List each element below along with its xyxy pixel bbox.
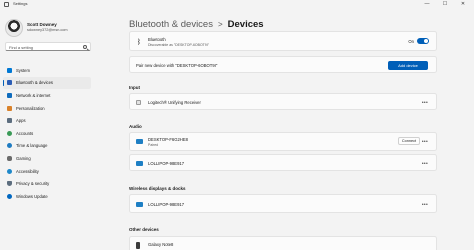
monitor-icon xyxy=(136,139,143,144)
shield-icon xyxy=(7,181,12,187)
sidebar-item-network[interactable]: Network & internet xyxy=(3,89,91,102)
page-title: Devices xyxy=(227,19,264,30)
more-options-button[interactable]: ••• xyxy=(422,202,428,208)
sidebar-item-label: Network & internet xyxy=(16,92,51,98)
device-name: LOLLIPOP-98E917 xyxy=(148,202,185,207)
controller-icon xyxy=(7,155,12,161)
device-row[interactable]: DESKTOP-F6G2HE8 Paired Connect ••• xyxy=(129,132,437,151)
sidebar-nav: System Bluetooth & devices Network & int… xyxy=(3,64,91,203)
section-title-input: Input xyxy=(129,85,140,90)
sidebar-item-label: Accessibility xyxy=(16,168,39,174)
globe-clock-icon xyxy=(7,143,12,149)
connect-button[interactable]: Connect xyxy=(398,137,420,145)
search-input[interactable] xyxy=(9,44,79,51)
phone-icon xyxy=(136,242,140,249)
pair-device-card: Pair new device with "DESKTOP-6OBOT9I" A… xyxy=(129,56,437,73)
main-content: Bluetooth & devices > Devices ᛒ Bluetooth … xyxy=(115,0,474,250)
accessibility-icon xyxy=(7,168,12,174)
sidebar-item-bluetooth-devices[interactable]: Bluetooth & devices xyxy=(3,76,91,90)
more-options-button[interactable]: ••• xyxy=(422,161,428,167)
device-name: DESKTOP-F6G2HE8 xyxy=(148,137,188,142)
monitor-icon xyxy=(136,202,143,207)
device-name: Logitech® Unifying Receiver xyxy=(148,100,201,105)
device-row[interactable]: LOLLIPOP-98E917 ••• xyxy=(129,154,437,171)
sidebar-item-label: Time & language xyxy=(16,143,48,149)
bluetooth-toggle[interactable] xyxy=(417,38,429,44)
brush-icon xyxy=(7,105,12,111)
sidebar-item-label: Apps xyxy=(16,118,26,124)
pair-device-text: Pair new device with "DESKTOP-6OBOT9I" xyxy=(136,62,218,68)
profile-email: sdowney372@msn.com xyxy=(27,28,68,32)
bluetooth-title: Bluetooth xyxy=(148,37,166,42)
bluetooth-card: ᛒ Bluetooth Discoverable as "DESKTOP-6OB… xyxy=(129,31,437,51)
sidebar-item-gaming[interactable]: Gaming xyxy=(3,152,91,165)
breadcrumb-parent[interactable]: Bluetooth & devices xyxy=(129,19,213,30)
sidebar-item-label: Personalization xyxy=(16,105,45,111)
sidebar-item-personalization[interactable]: Personalization xyxy=(3,102,91,115)
settings-app-icon xyxy=(4,2,9,7)
device-name: LOLLIPOP-98E917 xyxy=(148,161,185,166)
wifi-icon xyxy=(7,92,12,98)
device-row[interactable]: Logitech® Unifying Receiver ••• xyxy=(129,93,437,110)
add-device-button[interactable]: Add device xyxy=(388,61,428,70)
person-icon xyxy=(7,130,12,136)
refresh-icon xyxy=(7,193,12,199)
section-title-other: Other devices xyxy=(129,227,159,232)
usb-receiver-icon xyxy=(136,100,141,105)
sidebar-item-accessibility[interactable]: Accessibility xyxy=(3,165,91,178)
search-box[interactable] xyxy=(5,42,91,51)
device-row[interactable]: LOLLIPOP-98E917 ••• xyxy=(129,194,437,213)
sidebar-item-label: System xyxy=(16,67,30,73)
sidebar-item-apps[interactable]: Apps xyxy=(3,114,91,127)
search-icon[interactable] xyxy=(83,45,87,49)
profile-name: Scott Downey xyxy=(27,22,57,27)
sidebar-item-label: Bluetooth & devices xyxy=(16,80,54,86)
section-title-audio: Audio xyxy=(129,124,142,129)
apps-icon xyxy=(7,118,12,124)
bluetooth-icon: ᛒ xyxy=(136,38,142,46)
more-options-button[interactable]: ••• xyxy=(422,139,428,145)
section-title-wireless: Wireless displays & docks xyxy=(129,186,186,191)
sidebar-item-label: Gaming xyxy=(16,155,31,161)
breadcrumb: Bluetooth & devices > Devices xyxy=(129,14,264,32)
more-options-button[interactable]: ••• xyxy=(422,100,428,106)
sidebar-item-windows-update[interactable]: Windows Update xyxy=(3,190,91,203)
toggle-knob xyxy=(424,39,428,43)
bluetooth-devices-icon xyxy=(7,80,12,86)
sidebar-item-time-language[interactable]: Time & language xyxy=(3,140,91,153)
sidebar-item-system[interactable]: System xyxy=(3,64,91,77)
device-status: Paired xyxy=(148,143,159,147)
device-name: Galaxy Note8 xyxy=(148,242,174,247)
bluetooth-state-label: On xyxy=(408,39,414,44)
breadcrumb-separator: > xyxy=(217,20,223,29)
device-row[interactable]: Galaxy Note8 xyxy=(129,236,437,250)
bluetooth-subtitle: Discoverable as "DESKTOP-6OBOT9I" xyxy=(148,43,209,47)
window-title: Settings xyxy=(13,1,28,6)
avatar xyxy=(5,19,23,37)
sidebar-item-label: Windows Update xyxy=(16,193,48,199)
sidebar: Scott Downey sdowney372@msn.com System B… xyxy=(0,9,96,250)
sidebar-item-label: Accounts xyxy=(16,130,34,136)
sidebar-item-accounts[interactable]: Accounts xyxy=(3,127,91,140)
sidebar-item-label: Privacy & security xyxy=(16,181,50,187)
monitor-icon xyxy=(7,67,12,73)
sidebar-item-privacy-security[interactable]: Privacy & security xyxy=(3,177,91,190)
monitor-icon xyxy=(136,161,143,166)
